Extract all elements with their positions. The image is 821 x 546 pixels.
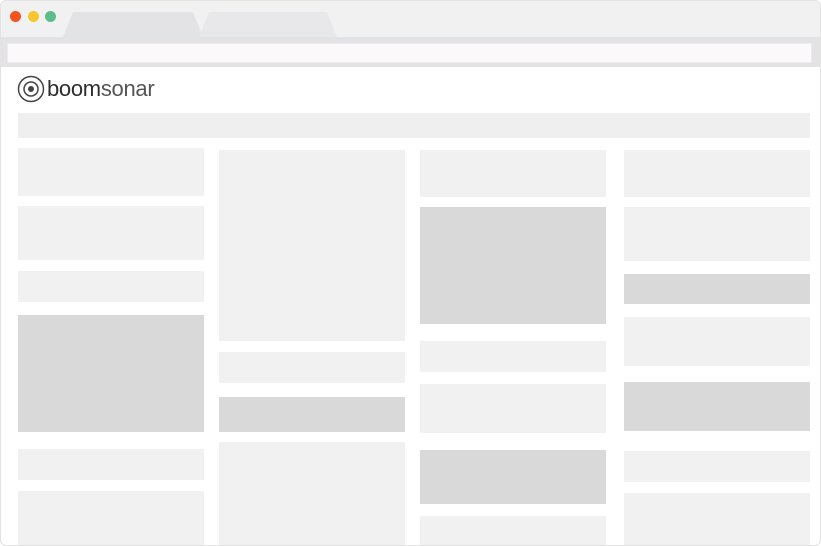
content-placeholder [18,206,204,260]
content-placeholder [624,150,810,197]
content-placeholder [219,150,405,341]
title-bar [1,1,820,37]
content-placeholder [624,451,810,482]
content-placeholder [420,384,606,433]
content-placeholder [420,516,606,545]
content-placeholder [624,493,810,545]
image-placeholder [624,382,810,431]
content-placeholder [219,442,405,545]
image-placeholder [420,450,606,504]
brand-logo[interactable]: boomsonar [17,74,155,104]
content-placeholder [18,449,204,480]
browser-window: boomsonar [0,0,821,546]
content-placeholder [219,352,405,383]
browser-tab-inactive[interactable] [199,12,337,37]
content-placeholder [624,317,810,366]
content-placeholder [18,491,204,545]
address-bar[interactable] [7,43,812,63]
maximize-window-button[interactable] [45,11,56,22]
content-placeholder [420,341,606,372]
image-placeholder [219,397,405,432]
content-placeholder [18,271,204,302]
toolbar [1,37,820,67]
content-placeholder [18,148,204,196]
image-placeholder [420,207,606,324]
target-icon [17,75,45,103]
brand-name-strong: boom [47,76,101,101]
image-placeholder [18,315,204,432]
brand-name: boomsonar [47,76,155,102]
brand-name-light: sonar [100,76,155,101]
content-placeholder [420,150,606,197]
nav-bar-placeholder [18,113,810,138]
browser-tab-active[interactable] [63,12,203,37]
minimize-window-button[interactable] [28,11,39,22]
close-window-button[interactable] [10,11,21,22]
content-placeholder [624,207,810,261]
image-placeholder [624,274,810,304]
